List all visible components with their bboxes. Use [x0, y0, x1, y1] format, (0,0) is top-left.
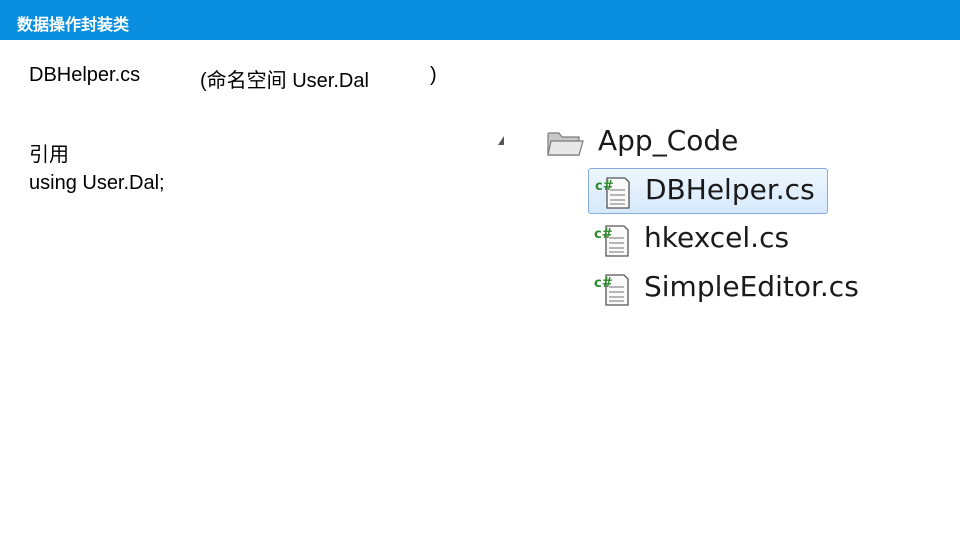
csharp-file-icon: c#	[594, 225, 629, 257]
svg-text:c#: c#	[594, 227, 613, 242]
tree-folder-label[interactable]: App_Code	[598, 124, 738, 157]
slide-title: 数据操作封装类	[17, 15, 130, 34]
using-statement: using User.Dal;	[29, 172, 165, 194]
tree-item-dbhelper[interactable]: c# DBHelper.cs	[588, 168, 828, 214]
csharp-file-icon: c#	[595, 177, 630, 209]
svg-text:c#: c#	[594, 276, 613, 291]
csharp-file-icon: c#	[594, 274, 629, 306]
reference-label: 引用	[29, 142, 69, 166]
tree-item-simpleeditor[interactable]: c# SimpleEditor.cs	[588, 266, 859, 312]
namespace-note: (命名空间 User.Dal	[200, 70, 369, 92]
file-name-text: DBHelper.cs	[29, 64, 141, 86]
svg-text:c#: c#	[595, 179, 614, 194]
tree-item-label: DBHelper.cs	[645, 173, 815, 206]
title-bar: 数据操作封装类	[0, 0, 960, 40]
tree-item-label: SimpleEditor.cs	[644, 270, 859, 303]
solution-explorer-tree: App_Code c# DBHelper.cs c# hkexcel.cs c#…	[490, 118, 890, 318]
tree-item-label: hkexcel.cs	[644, 221, 790, 254]
expand-collapse-arrow-icon[interactable]	[498, 136, 504, 145]
tree-item-hkexcel[interactable]: c# hkexcel.cs	[588, 217, 828, 263]
folder-icon	[547, 132, 584, 156]
namespace-close-paren: )	[430, 64, 437, 86]
